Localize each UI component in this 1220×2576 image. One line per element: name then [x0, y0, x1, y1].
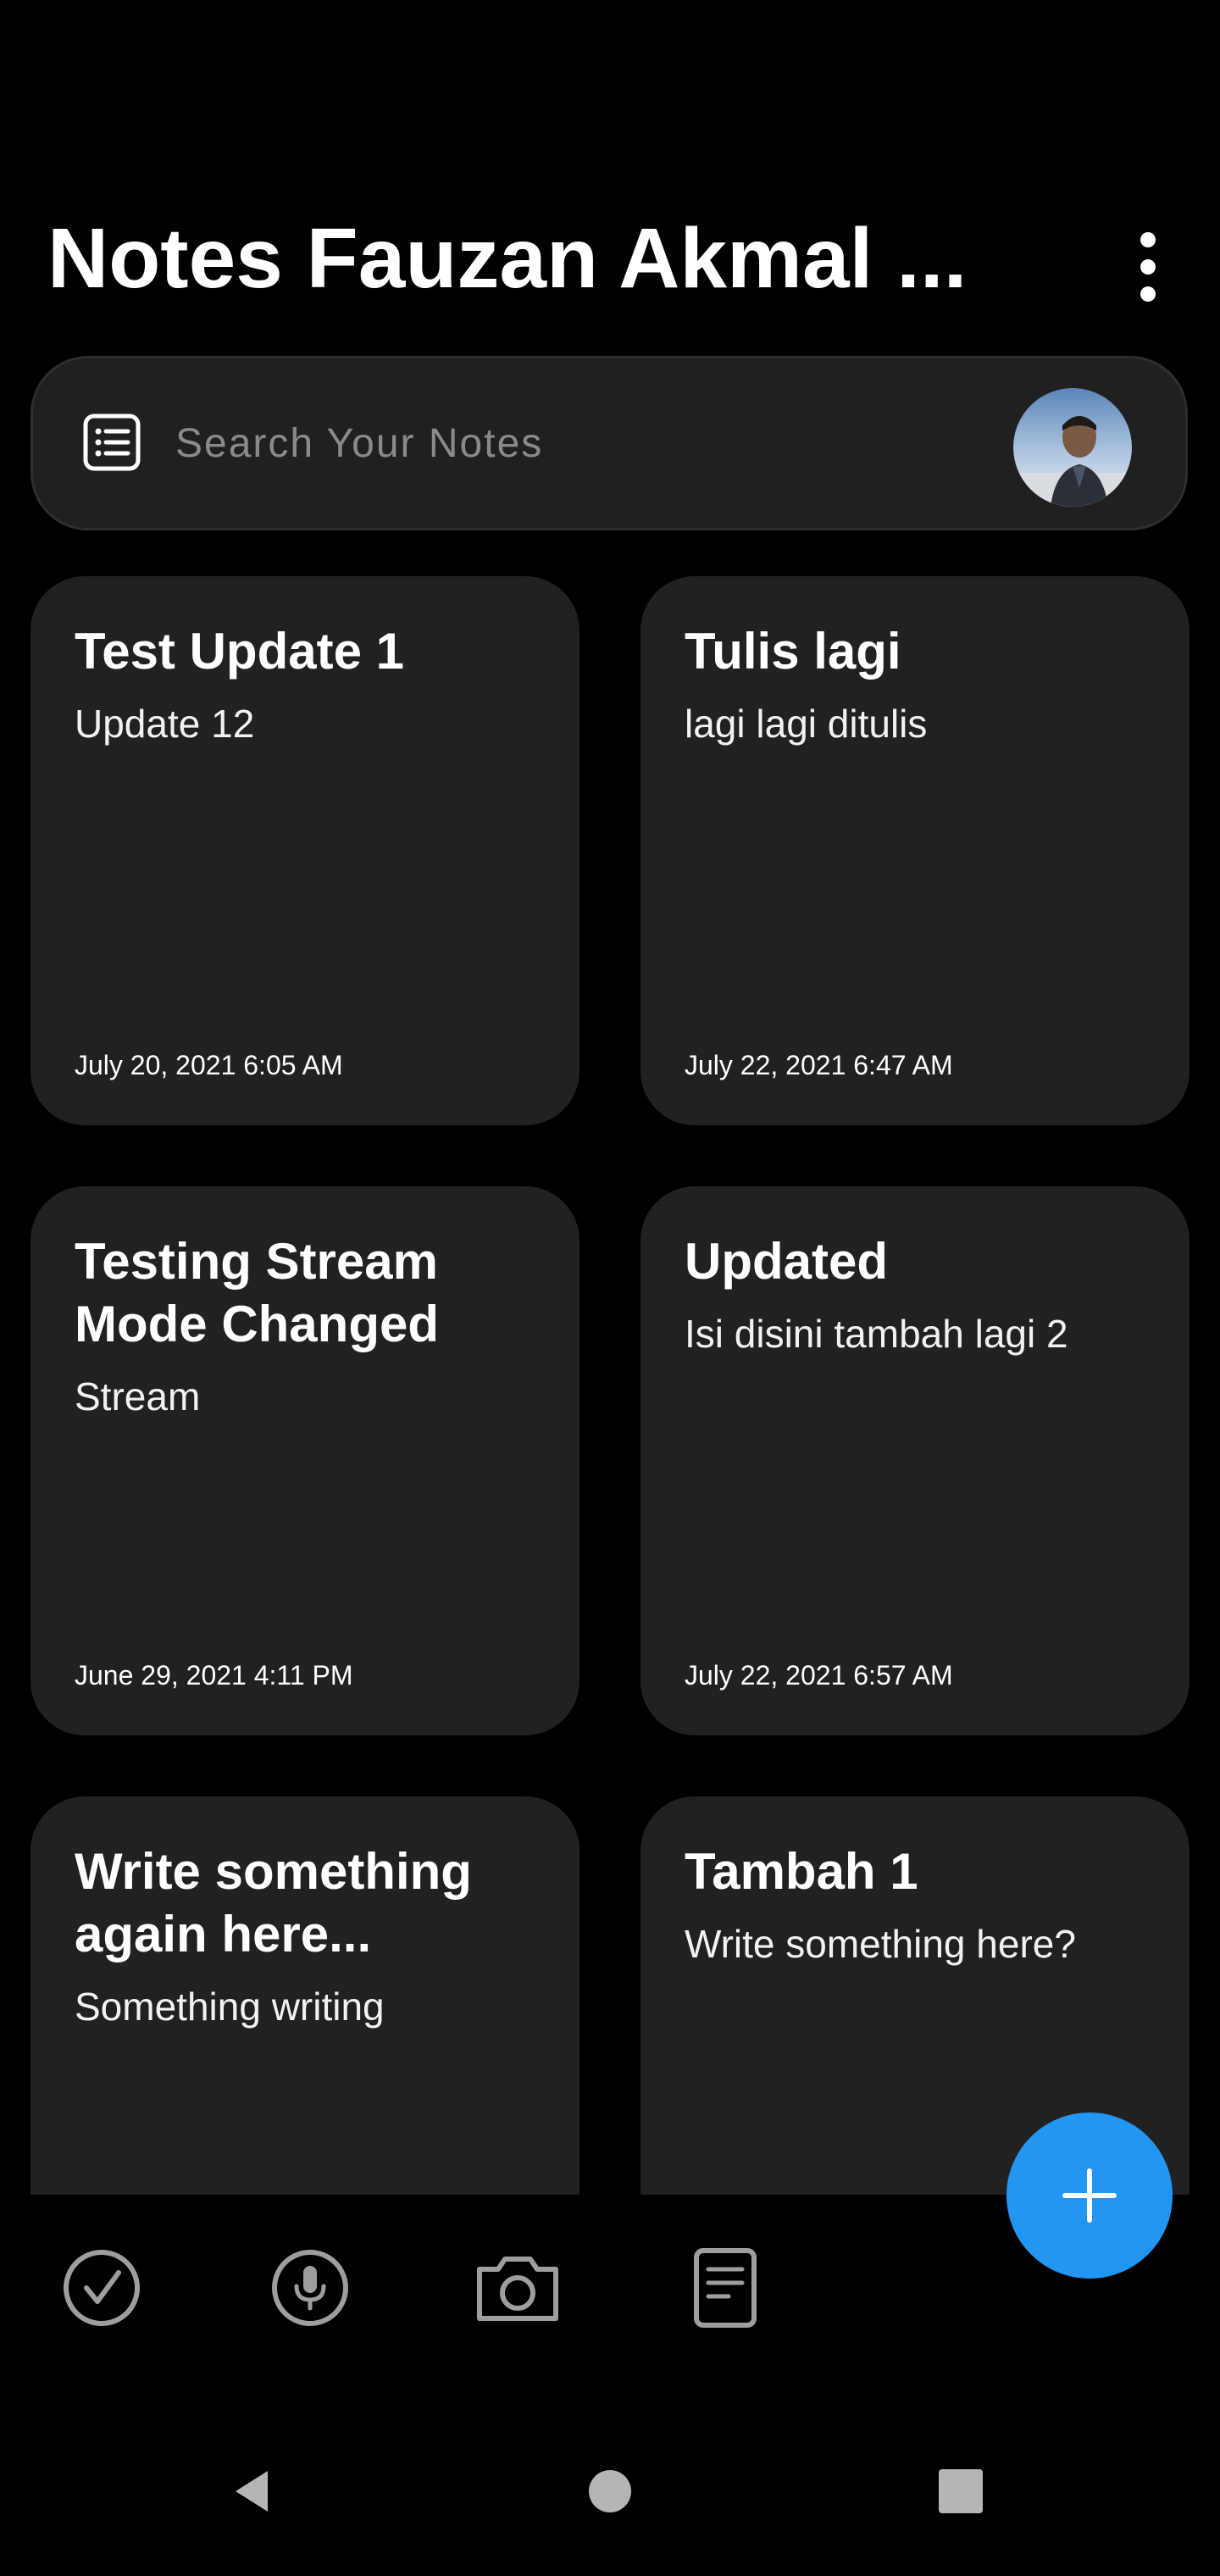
note-date: July 22, 2021 6:57 AM [685, 1660, 953, 1690]
nav-back-button[interactable] [203, 2440, 305, 2542]
note-body: lagi lagi ditulis [685, 702, 928, 746]
note-title: Tulis lagi [685, 623, 901, 680]
home-circle-icon [589, 2470, 631, 2512]
new-photo-note-button[interactable] [467, 2237, 568, 2339]
note-card[interactable]: Testing Stream Mode Changed Stream June … [30, 1186, 580, 1735]
nav-recents-button[interactable] [910, 2440, 1012, 2542]
note-title: Updated [685, 1233, 888, 1290]
note-body: Stream [75, 1374, 201, 1418]
note-date: June 29, 2021 4:11 PM [75, 1660, 353, 1690]
note-body: Write something here? [685, 1922, 1076, 1966]
recents-square-icon [939, 2469, 983, 2513]
add-note-button[interactable] [1006, 2112, 1173, 2279]
note-title: Test Update 1 [75, 623, 404, 680]
note-body: Something writing [75, 1985, 385, 2029]
checkbox-icon [64, 2250, 140, 2326]
note-card[interactable]: Updated Isi disini tambah lagi 2 July 22… [640, 1186, 1190, 1735]
new-text-note-button[interactable] [674, 2237, 776, 2339]
note-card[interactable]: Write something again here... Something … [30, 1796, 580, 2195]
system-navigation-bar [0, 2407, 1220, 2576]
note-date: July 20, 2021 6:05 AM [75, 1050, 343, 1080]
microphone-icon [272, 2250, 348, 2326]
note-date: July 22, 2021 6:47 AM [685, 1050, 953, 1080]
camera-icon [477, 2257, 558, 2321]
plus-icon [1062, 2168, 1117, 2223]
note-body: Isi disini tambah lagi 2 [685, 1312, 1068, 1356]
note-title: Tambah 1 [685, 1843, 918, 1900]
note-card[interactable]: Tulis lagi lagi lagi ditulis July 22, 20… [640, 576, 1190, 1125]
note-body: Update 12 [75, 702, 255, 746]
notes-grid: Test Update 1 Update 12 July 20, 2021 6:… [0, 0, 1220, 2195]
note-title: Write something again here... [75, 1843, 472, 1963]
note-title: Testing Stream Mode Changed [75, 1233, 439, 1352]
nav-home-button[interactable] [559, 2440, 661, 2542]
back-triangle-icon [236, 2471, 268, 2512]
document-icon [694, 2248, 757, 2328]
new-voice-note-button[interactable] [259, 2237, 361, 2339]
new-checklist-button[interactable] [51, 2237, 152, 2339]
note-card[interactable]: Test Update 1 Update 12 July 20, 2021 6:… [30, 576, 580, 1125]
